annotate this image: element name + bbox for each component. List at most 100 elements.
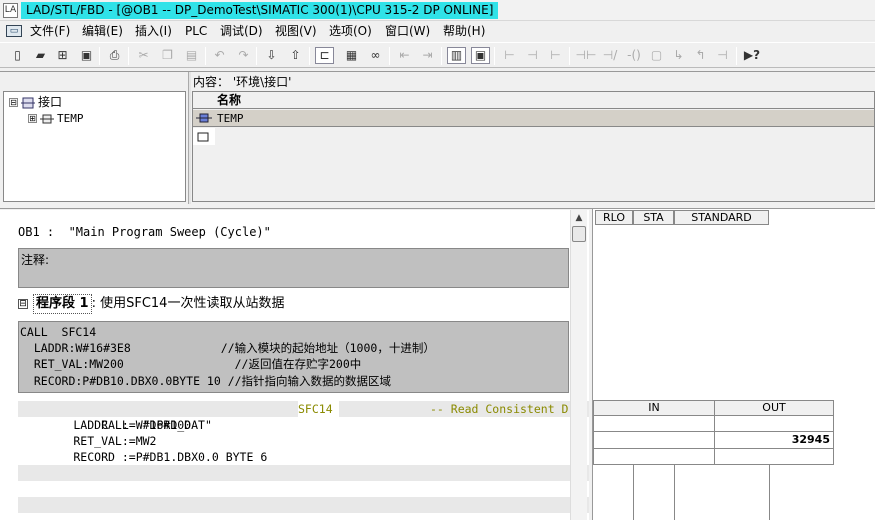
- tree-item-interface[interactable]: ⊟ 接口: [9, 94, 62, 110]
- tree-item-temp[interactable]: ⊞ TEMP: [28, 110, 84, 126]
- menu-insert[interactable]: 插入(I): [135, 23, 172, 40]
- column-header-name[interactable]: 名称: [217, 92, 241, 109]
- paste-icon[interactable]: ▤: [182, 46, 201, 65]
- menu-help[interactable]: 帮助(H): [443, 23, 485, 40]
- close-branch-icon[interactable]: ↰: [691, 46, 710, 65]
- io-out-cell: [714, 415, 834, 432]
- coil-icon[interactable]: -(): [623, 46, 645, 65]
- list-row-name: TEMP: [217, 112, 244, 125]
- new-entry-icon: [196, 131, 210, 145]
- io-in-cell: [593, 448, 715, 465]
- cut-icon[interactable]: ✂: [134, 46, 153, 65]
- scroll-up-icon[interactable]: ▲: [571, 210, 587, 226]
- no-contact-icon[interactable]: ⊣⊢: [575, 46, 597, 65]
- stl-line-empty: [18, 497, 589, 513]
- status-pane: RLO STA STANDARD IN OUT 32945: [592, 209, 875, 520]
- box-icon[interactable]: ▢: [647, 46, 666, 65]
- vertical-scrollbar[interactable]: ▲: [570, 210, 587, 520]
- open-branch-icon[interactable]: ↳: [669, 46, 688, 65]
- menu-debug[interactable]: 调试(D): [220, 23, 263, 40]
- io-out-cell-value: 32945: [714, 431, 834, 449]
- column-header-sta: STA: [633, 210, 674, 225]
- expand-icon[interactable]: ⊞: [28, 114, 37, 123]
- grid-line: [674, 465, 675, 520]
- network-label[interactable]: 程序段 1: [33, 294, 92, 314]
- block-comment-box[interactable]: 注释:: [18, 248, 569, 288]
- glasses-icon[interactable]: ∞: [366, 46, 385, 65]
- grid-line: [633, 465, 634, 520]
- next-network-icon[interactable]: ⇥: [418, 46, 437, 65]
- save-icon[interactable]: ▣: [77, 46, 96, 65]
- list-header: 名称: [193, 92, 874, 109]
- undo-icon[interactable]: ↶: [210, 46, 229, 65]
- tree-item-label: 接口: [38, 95, 63, 109]
- io-out-cell: [714, 448, 834, 465]
- prev-network-icon[interactable]: ⇤: [395, 46, 414, 65]
- code-line: CALL SFC14: [20, 325, 97, 339]
- toolbar-separator: [99, 47, 100, 65]
- interface-list: 名称 TEMP: [192, 91, 875, 202]
- open-icon[interactable]: ▰: [31, 46, 50, 65]
- overview-icon[interactable]: ▦: [342, 46, 361, 65]
- program-elements-icon[interactable]: ▥: [447, 47, 466, 64]
- branch-icon[interactable]: ⊢: [500, 46, 519, 65]
- grid-line: [769, 465, 770, 520]
- accessible-nodes-icon[interactable]: ⊞: [53, 46, 72, 65]
- connection-icon[interactable]: ⊣: [713, 46, 732, 65]
- block-title: OB1 : "Main Program Sweep (Cycle)": [18, 225, 271, 239]
- stl-line-empty: [18, 465, 589, 481]
- window-title: LAD/STL/FBD - [@OB1 -- DP_DemoTest\SIMAT…: [21, 2, 499, 19]
- upload-icon[interactable]: ⇧: [286, 46, 305, 65]
- lad-stl-fbd-app-icon[interactable]: LA: [3, 3, 18, 18]
- stl-symbol: SFC14: [298, 401, 339, 417]
- toolbar-separator: [205, 47, 206, 65]
- code-line: RET_VAL:MW200 //返回值在存贮字200中: [20, 357, 362, 371]
- stl-line: RET_VAL:=MW2: [18, 434, 157, 448]
- toolbar-separator: [736, 47, 737, 65]
- stl-line: CALL "DPRD_DAT" SFC14 -- Read Consistent…: [18, 401, 589, 432]
- copy-icon[interactable]: ❐: [158, 46, 177, 65]
- menu-bar: ▭ 文件(F) 编辑(E) 插入(I) PLC 调试(D) 视图(V) 选项(O…: [0, 21, 875, 42]
- help-icon[interactable]: ▶?: [741, 46, 763, 65]
- code-line: RECORD:P#DB10.DBX0.0BYTE 10 //指针指向输入数据的数…: [20, 374, 392, 388]
- branch-3-icon[interactable]: ⊢: [546, 46, 565, 65]
- parameter-icon: [196, 112, 212, 127]
- stl-code-area[interactable]: CALL "DPRD_DAT" SFC14 -- Read Consistent…: [18, 401, 589, 520]
- menu-file[interactable]: 文件(F): [30, 23, 70, 40]
- menu-edit[interactable]: 编辑(E): [82, 23, 123, 40]
- network-code-box[interactable]: CALL SFC14 LADDR:W#16#3E8 //输入模块的起始地址（10…: [18, 321, 569, 393]
- menu-view[interactable]: 视图(V): [275, 23, 317, 40]
- tree-item-label: TEMP: [57, 112, 84, 125]
- column-header-rlo: RLO: [595, 210, 633, 225]
- stl-line: RECORD :=P#DB1.DBX0.0 BYTE 6: [18, 450, 268, 464]
- title-bar: LA LAD/STL/FBD - [@OB1 -- DP_DemoTest\SI…: [0, 0, 875, 21]
- scrollbar-thumb[interactable]: [572, 226, 586, 242]
- branch-2-icon[interactable]: ⊣: [523, 46, 542, 65]
- toolbar-separator: [256, 47, 257, 65]
- list-row-new[interactable]: [193, 128, 215, 145]
- network-collapse-icon[interactable]: ⊟: [18, 299, 28, 309]
- new-icon[interactable]: ▯: [8, 46, 27, 65]
- menu-plc[interactable]: PLC: [185, 23, 207, 40]
- list-row[interactable]: TEMP: [193, 110, 874, 127]
- pane-splitter[interactable]: [188, 72, 191, 205]
- monitor-icon[interactable]: ⊏: [315, 47, 334, 64]
- redo-icon[interactable]: ↷: [234, 46, 253, 65]
- column-header-out: OUT: [714, 400, 834, 416]
- network-header: ⊟ 程序段 1: 使用SFC14一次性读取从站数据: [18, 294, 284, 314]
- stl-comment: -- Read Consistent D: [430, 402, 569, 416]
- document-menu-icon[interactable]: ▭: [6, 25, 22, 37]
- stl-line-empty: [18, 481, 589, 497]
- nc-contact-icon[interactable]: ⊣/⊢: [599, 46, 621, 65]
- toolbar-separator: [128, 47, 129, 65]
- detail-view-icon[interactable]: ▣: [471, 47, 490, 64]
- print-icon[interactable]: ⎙: [105, 46, 124, 65]
- interface-panel: ⊟ 接口 ⊞ TEMP 内容： '环境\接口' 名称 TEMP: [0, 71, 875, 205]
- download-icon[interactable]: ⇩: [262, 46, 281, 65]
- collapse-icon[interactable]: ⊟: [9, 98, 18, 107]
- menu-options[interactable]: 选项(O): [329, 23, 372, 40]
- toolbar-separator: [441, 47, 442, 65]
- stl-line: LADDR :=W#16#100: [18, 418, 192, 432]
- code-editor[interactable]: OB1 : "Main Program Sweep (Cycle)" 注释: ⊟…: [0, 210, 589, 520]
- menu-window[interactable]: 窗口(W): [385, 23, 430, 40]
